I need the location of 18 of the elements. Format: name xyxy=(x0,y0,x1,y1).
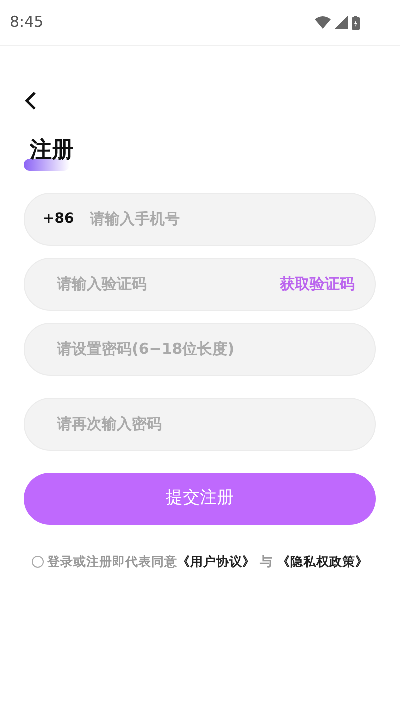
country-code: +86 xyxy=(43,210,74,229)
input-field[interactable]: +86 请输入手机号 xyxy=(24,193,376,246)
title-underline xyxy=(24,159,70,171)
input-field[interactable]: 请设置密码(6−18位长度) xyxy=(24,323,376,376)
user-agreement-link[interactable]: 《用户协议》 xyxy=(178,554,256,569)
phone-input[interactable]: 请输入手机号 xyxy=(88,207,355,232)
status-time: 8:45 xyxy=(10,12,44,34)
agree-radio[interactable] xyxy=(32,556,44,568)
input-field[interactable]: 请再次输入密码 xyxy=(24,398,376,451)
agreement-text: 登录或注册即代表同意《用户协议》 与 《隐私权政策》 xyxy=(48,553,368,571)
privacy-policy-link[interactable]: 《隐私权政策》 xyxy=(277,554,368,569)
password-input[interactable]: 请再次输入密码 xyxy=(55,412,355,437)
password-input[interactable]: 请设置密码(6−18位长度) xyxy=(55,337,355,362)
signal-icon xyxy=(335,16,348,29)
code-input[interactable]: 请输入验证码 xyxy=(55,272,280,297)
page-title: 注册 xyxy=(30,138,74,163)
battery-icon xyxy=(352,16,360,30)
wifi-icon xyxy=(315,16,331,29)
